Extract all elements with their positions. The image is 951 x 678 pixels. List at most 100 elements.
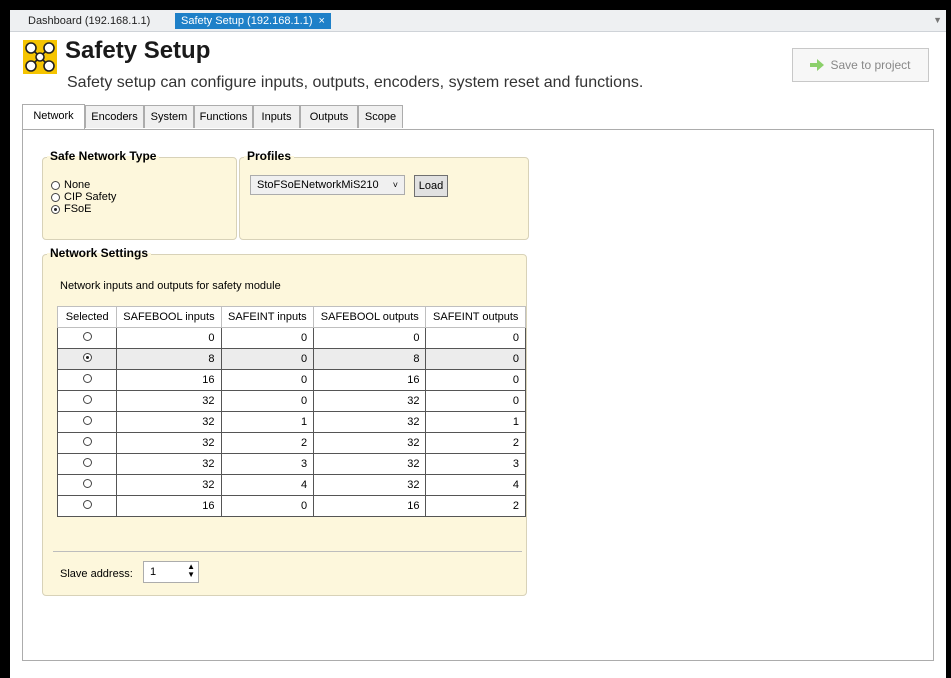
table-cell: 16 <box>116 495 222 517</box>
table-cell: 32 <box>313 411 427 433</box>
page-subtitle: Safety setup can configure inputs, outpu… <box>67 74 644 91</box>
radio-button[interactable] <box>51 192 60 202</box>
slave-address-stepper[interactable]: 1 ▲ ▼ <box>143 561 199 583</box>
stepper-down-icon[interactable]: ▼ <box>187 571 195 579</box>
tab-encoders[interactable]: Encoders <box>85 105 144 128</box>
row-select-cell[interactable] <box>56 327 118 349</box>
slave-address-value: 1 <box>150 566 157 578</box>
table-cell: 0 <box>425 390 526 412</box>
table-row[interactable]: 0000 <box>56 327 526 349</box>
table-row[interactable]: 32 0 32 0 <box>56 390 526 412</box>
table-cell: 0 <box>220 495 315 517</box>
row-select-cell[interactable] <box>56 348 118 370</box>
table-cell: 3 <box>220 453 315 475</box>
table-cell: 0 <box>313 327 427 349</box>
profile-select[interactable]: StoFSoENetworkMiS210 ˅ <box>250 175 405 195</box>
column-header[interactable]: SAFEBOOL outputs <box>313 306 427 328</box>
row-radio[interactable] <box>82 479 92 488</box>
column-header[interactable]: SAFEINT outputs <box>425 306 526 328</box>
row-radio-selected[interactable] <box>82 353 92 362</box>
profile-select-value: StoFSoENetworkMiS210 <box>257 179 379 191</box>
column-header[interactable]: Selected <box>56 306 118 328</box>
table-row[interactable]: 16 0 16 2 <box>56 495 526 517</box>
row-select-cell[interactable] <box>56 495 118 517</box>
table-cell: 32 <box>313 432 427 454</box>
close-icon[interactable]: × <box>318 15 324 27</box>
table-body: 0 0 0 0 8 0 8 0 16 0 16 0 32 0 32 0 32 1 32 1 32 2 32 2 32 3 32 3 32… <box>56 327 526 517</box>
row-radio[interactable] <box>82 458 92 467</box>
doc-tab-dashboard[interactable]: Dashboard (192.168.1.1) <box>22 13 156 29</box>
table-cell: 1 <box>425 411 526 433</box>
table-cell: 32 <box>313 453 427 475</box>
network-settings-group: Network Settings Network inputs and outp… <box>42 246 527 596</box>
table-header-row: Selected SAFEBOOL inputs SAFEINT inputs SAF… <box>56 306 526 328</box>
app-window: Dashboard (192.168.1.1) Safety Setup (19… <box>10 10 946 678</box>
divider <box>53 551 522 552</box>
table-row[interactable]: 16 0 16 0 <box>56 369 526 391</box>
row-select-cell[interactable] <box>56 390 118 412</box>
row-select-cell[interactable] <box>56 453 118 475</box>
table-cell: 0 <box>425 369 526 391</box>
table-cell: 32 <box>313 390 427 412</box>
page-header: Safety Setup Safety setup can configure … <box>10 32 946 100</box>
row-select-cell[interactable] <box>56 411 118 433</box>
table-row[interactable]: 8080 <box>56 348 526 370</box>
table-cell: 0 <box>116 327 222 349</box>
table-row[interactable]: 32 1 32 1 <box>56 411 526 433</box>
radio-label: CIP Safety <box>64 191 117 203</box>
radio-cip-safety[interactable]: CIP Safety <box>51 191 116 203</box>
arrow-right-icon <box>810 59 825 71</box>
row-radio[interactable] <box>82 374 92 383</box>
row-radio[interactable] <box>82 395 92 404</box>
radio-button[interactable] <box>51 180 60 190</box>
document-tab-bar: Dashboard (192.168.1.1) Safety Setup (19… <box>10 10 946 32</box>
save-to-project-label: Save to project <box>830 58 911 72</box>
radio-button-selected[interactable] <box>51 204 60 214</box>
row-radio[interactable] <box>82 416 92 425</box>
radio-fsoe[interactable]: FSoE <box>51 203 92 215</box>
radio-none[interactable]: None <box>51 179 90 191</box>
row-select-cell[interactable] <box>56 474 118 496</box>
table-cell: 4 <box>220 474 315 496</box>
table-cell: 32 <box>116 432 222 454</box>
row-select-cell[interactable] <box>56 432 118 454</box>
tab-functions[interactable]: Functions <box>194 105 253 128</box>
row-radio[interactable] <box>82 332 92 341</box>
table-cell: 0 <box>425 348 526 370</box>
row-radio[interactable] <box>82 500 92 509</box>
table-cell: 16 <box>313 495 427 517</box>
save-to-project-button[interactable]: Save to project <box>792 48 929 82</box>
tab-outputs[interactable]: Outputs <box>300 105 358 128</box>
tab-network[interactable]: Network <box>22 104 85 129</box>
page-title: Safety Setup <box>65 37 211 64</box>
table-cell: 0 <box>220 327 315 349</box>
slave-address-label: Slave address: <box>60 568 133 580</box>
radio-label: None <box>64 179 91 191</box>
safety-network-logo-icon <box>23 40 57 74</box>
table-cell: 8 <box>313 348 427 370</box>
table-row[interactable]: 32 2 32 2 <box>56 432 526 454</box>
tab-list-chevron-down-icon[interactable]: ▼ <box>933 15 942 25</box>
table-row[interactable]: 32 4 32 4 <box>56 474 526 496</box>
network-io-table: Selected SAFEBOOL inputs SAFEINT inputs SAF… <box>56 306 526 517</box>
profiles-group: Profiles StoFSoENetworkMiS210 ˅ Load <box>239 149 529 240</box>
safe-network-type-group: Safe Network Type None CIP Safety FSoE <box>42 149 237 240</box>
table-cell: 2 <box>425 495 526 517</box>
column-header[interactable]: SAFEINT inputs <box>220 306 315 328</box>
load-button[interactable]: Load <box>414 175 448 197</box>
row-radio[interactable] <box>82 437 92 446</box>
tab-system[interactable]: System <box>144 105 194 128</box>
chevron-down-icon: ˅ <box>392 180 398 190</box>
row-select-cell[interactable] <box>56 369 118 391</box>
tab-inputs[interactable]: Inputs <box>253 105 300 128</box>
table-cell: 1 <box>220 411 315 433</box>
table-cell: 2 <box>425 432 526 454</box>
table-cell: 16 <box>313 369 427 391</box>
tab-scope[interactable]: Scope <box>358 105 403 128</box>
table-row[interactable]: 32 3 32 3 <box>56 453 526 475</box>
table-cell: 0 <box>220 348 315 370</box>
doc-tab-safety-setup[interactable]: Safety Setup (192.168.1.1) × <box>175 13 331 29</box>
table-cell: 32 <box>116 411 222 433</box>
group-title: Network Settings <box>47 246 152 260</box>
column-header[interactable]: SAFEBOOL inputs <box>116 306 222 328</box>
